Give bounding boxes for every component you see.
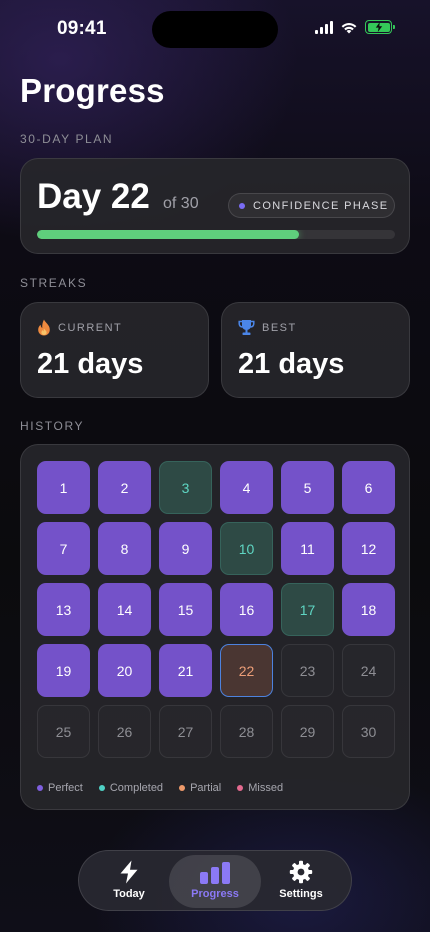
history-day-26[interactable]: 26: [98, 705, 151, 758]
history-day-1[interactable]: 1: [37, 461, 90, 514]
flame-icon: [38, 319, 50, 336]
current-day: Day 22: [37, 177, 150, 216]
current-streak-card: CURRENT 21 days: [20, 302, 209, 398]
gear-icon: [289, 860, 313, 884]
legend-dot-icon: [37, 785, 43, 791]
history-day-3[interactable]: 3: [159, 461, 212, 514]
plan-section-label: 30-DAY PLAN: [20, 132, 114, 146]
history-day-21[interactable]: 21: [159, 644, 212, 697]
history-day-25[interactable]: 25: [37, 705, 90, 758]
tab-bar: Today Progress Settings: [78, 850, 352, 911]
status-time: 09:41: [57, 18, 107, 39]
tab-today[interactable]: Today: [83, 855, 175, 908]
plan-progress-bar: [37, 230, 395, 239]
current-streak-label: CURRENT: [58, 321, 123, 334]
legend-label: Perfect: [48, 782, 83, 794]
legend-item-partial: Partial: [179, 782, 221, 794]
legend-item-completed: Completed: [98, 782, 164, 794]
history-day-13[interactable]: 13: [37, 583, 90, 636]
history-day-19[interactable]: 19: [37, 644, 90, 697]
plan-progress-fill: [37, 230, 300, 239]
history-day-23[interactable]: 23: [281, 644, 334, 697]
current-streak-value: 21 days: [37, 348, 144, 380]
history-day-9[interactable]: 9: [159, 522, 212, 575]
history-day-16[interactable]: 16: [220, 583, 273, 636]
history-day-14[interactable]: 14: [98, 583, 151, 636]
page-title: Progress: [20, 72, 165, 109]
battery-charging-icon: [365, 20, 395, 34]
tab-progress-label: Progress: [191, 888, 239, 900]
history-day-17[interactable]: 17: [281, 583, 334, 636]
history-day-4[interactable]: 4: [220, 461, 273, 514]
best-streak-label: BEST: [262, 321, 297, 334]
tab-settings[interactable]: Settings: [255, 855, 347, 908]
bar-chart-icon: [200, 862, 230, 884]
tab-settings-label: Settings: [279, 888, 323, 900]
best-streak-card: BEST 21 days: [221, 302, 410, 398]
history-day-22[interactable]: 22: [220, 644, 273, 697]
history-day-7[interactable]: 7: [37, 522, 90, 575]
legend-dot-icon: [98, 785, 105, 791]
total-days: of 30: [163, 195, 199, 212]
history-day-15[interactable]: 15: [159, 583, 212, 636]
history-day-30[interactable]: 30: [342, 705, 395, 758]
legend-label: Partial: [190, 782, 222, 794]
legend-item-missed: Missed: [237, 782, 283, 794]
dynamic-island: [152, 11, 278, 48]
status-icons: [315, 20, 395, 34]
history-day-6[interactable]: 6: [342, 461, 395, 514]
legend-item-perfect: Perfect: [37, 782, 83, 794]
history-day-24[interactable]: 24: [342, 644, 395, 697]
history-legend: Perfect Completed Partial Missed: [37, 782, 283, 794]
history-day-29[interactable]: 29: [281, 705, 334, 758]
history-day-18[interactable]: 18: [342, 583, 395, 636]
history-day-10[interactable]: 10: [220, 522, 273, 575]
legend-dot-icon: [237, 785, 244, 791]
phase-label: CONFIDENCE PHASE: [253, 199, 389, 212]
legend-label: Completed: [109, 782, 164, 794]
signal-icon: [315, 20, 333, 34]
history-day-28[interactable]: 28: [220, 705, 273, 758]
history-day-5[interactable]: 5: [281, 461, 334, 514]
legend-dot-icon: [179, 785, 186, 791]
legend-label: Missed: [248, 782, 284, 794]
best-streak-value: 21 days: [238, 348, 345, 380]
history-card: 1 2 3 4 5 6 7 8 9 10 11 12 13 14 15 16 17 18 19 20 21 22 23 24 2…: [20, 444, 410, 810]
wifi-icon: [341, 22, 357, 33]
history-calendar-grid: 1 2 3 4 5 6 7 8 9 10 11 12 13 14 15 16 17 18 19 20 21 22 23 24 2…: [37, 461, 395, 758]
history-section-label: HISTORY: [20, 419, 85, 433]
status-bar: 09:41: [0, 0, 430, 58]
bolt-icon: [120, 860, 138, 884]
tab-today-label: Today: [113, 888, 145, 900]
phase-badge: CONFIDENCE PHASE: [228, 193, 395, 218]
history-day-2[interactable]: 2: [98, 461, 151, 514]
history-day-27[interactable]: 27: [159, 705, 212, 758]
tab-progress[interactable]: Progress: [169, 855, 261, 908]
history-day-12[interactable]: 12: [342, 522, 395, 575]
history-day-20[interactable]: 20: [98, 644, 151, 697]
history-day-8[interactable]: 8: [98, 522, 151, 575]
streaks-section-label: STREAKS: [20, 276, 88, 290]
history-day-11[interactable]: 11: [281, 522, 334, 575]
phase-dot-icon: [239, 202, 245, 209]
trophy-icon: [238, 320, 255, 335]
plan-card: Day 22 of 30 CONFIDENCE PHASE: [20, 158, 410, 254]
